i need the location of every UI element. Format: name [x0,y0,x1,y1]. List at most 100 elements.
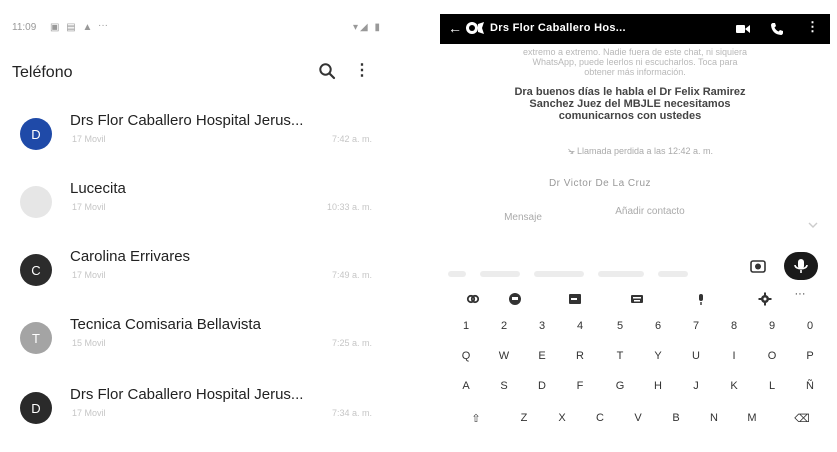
more-options-icon[interactable]: ⋮ [354,60,370,80]
key-1[interactable]: 1 [456,320,476,332]
sticker-icon[interactable] [508,292,522,306]
voice-record-button[interactable] [784,252,818,280]
contact-row[interactable]: Lucecita 17 Movil 10:33 a. m. [0,180,400,246]
contact-row[interactable]: D Drs Flor Caballero Hospital Jerus... 1… [0,112,400,178]
call-time: 7:49 a. m. [331,270,372,280]
contact-name: Lucecita [70,180,126,197]
key-t[interactable]: T [610,350,630,362]
sender-name: Dr Victor De La Cruz [548,178,652,189]
key-n-tilde[interactable]: Ñ [800,380,820,392]
key-h[interactable]: H [648,380,668,392]
chat-title[interactable]: Drs Flor Caballero Hos... [490,22,626,34]
contact-label: 17 Movil [72,408,106,418]
key-i[interactable]: I [724,350,744,362]
mic-small-icon[interactable] [694,292,708,306]
contact-name: Carolina Errivares [70,248,191,265]
status-bar: 11:09 ▣ ▤ ▲ ··· ▾◢ ▮ [12,20,382,38]
contact-label: 17 Movil [72,202,106,212]
missed-call-text: Llamada perdida a las 12:42 a. m. [576,146,714,156]
add-contact-button[interactable]: Añadir contacto [610,206,690,217]
suggestion-strip [448,264,738,277]
contact-label: 17 Movil [72,270,106,280]
key-q[interactable]: Q [456,350,476,362]
key-4[interactable]: 4 [570,320,590,332]
keyboard-row-qwerty: Q W E R T Y U I O P [440,350,830,366]
missed-call-icon: ↘̶ [566,146,577,156]
notification-icons: ▣ ▤ ▲ [50,22,95,33]
suggestion-placeholder [448,271,466,277]
avatar: D [20,392,52,424]
key-o[interactable]: O [762,350,782,362]
status-more-icon: ··· [98,20,108,31]
key-z[interactable]: Z [514,412,534,424]
gif-icon[interactable] [568,292,582,306]
key-d[interactable]: D [532,380,552,392]
key-9[interactable]: 9 [762,320,782,332]
key-k[interactable]: K [724,380,744,392]
key-p[interactable]: P [800,350,820,362]
call-time: 7:25 a. m. [331,338,372,348]
key-u[interactable]: U [686,350,706,362]
key-8[interactable]: 8 [724,320,744,332]
key-x[interactable]: X [552,412,572,424]
contact-name: Drs Flor Caballero Hospital Jerus... [70,112,304,129]
contact-row[interactable]: D Drs Flor Caballero Hospital Jerus... 1… [0,386,400,452]
key-l[interactable]: L [762,380,782,392]
search-icon[interactable] [318,62,336,80]
missed-call-notice: ↘̶ Llamada perdida a las 12:42 a. m. [520,146,760,157]
call-time: 7:34 a. m. [331,408,372,418]
chat-more-icon[interactable]: ⋮ [806,19,819,35]
keyboard-icon[interactable] [630,292,644,306]
screenshot-divider [400,0,430,436]
key-2[interactable]: 2 [494,320,514,332]
contact-row[interactable]: T Tecnica Comisaria Bellavista 15 Movil … [0,316,400,382]
call-time: 10:33 a. m. [326,202,372,212]
key-g[interactable]: G [610,380,630,392]
business-avatar-icon[interactable] [464,20,486,36]
backspace-key[interactable]: ⌫ [792,412,812,425]
encryption-notice-line: extremo a extremo. Nadie fuera de este c… [522,47,748,57]
key-w[interactable]: W [494,350,514,362]
avatar: D [20,118,52,150]
camera-icon[interactable] [750,258,766,274]
key-s[interactable]: S [494,380,514,392]
key-y[interactable]: Y [648,350,668,362]
link-icon[interactable] [466,292,480,306]
avatar: C [20,254,52,286]
key-b[interactable]: B [666,412,686,424]
key-m[interactable]: M [742,412,762,424]
suggestion-placeholder [534,271,584,277]
signal-battery-icons: ▾◢ ▮ [353,22,382,33]
key-j[interactable]: J [686,380,706,392]
contact-name: Tecnica Comisaria Bellavista [70,316,261,333]
key-3[interactable]: 3 [532,320,552,332]
encryption-notice-line: obtener más información. [584,67,686,77]
keyboard-toolbar: ··· [440,288,830,308]
message-button[interactable]: Mensaje [488,212,558,223]
key-n[interactable]: N [704,412,724,424]
chevron-down-icon[interactable] [808,222,818,228]
status-time: 11:09 [12,22,37,33]
key-5[interactable]: 5 [610,320,630,332]
key-v[interactable]: V [628,412,648,424]
key-e[interactable]: E [532,350,552,362]
keyboard-row-numbers: 1 2 3 4 5 6 7 8 9 0 [440,320,830,336]
contact-row[interactable]: C Carolina Errivares 17 Movil 7:49 a. m. [0,248,400,314]
key-f[interactable]: F [570,380,590,392]
contact-label: 17 Movil [72,134,106,144]
key-0[interactable]: 0 [800,320,820,332]
key-c[interactable]: C [590,412,610,424]
gear-icon[interactable] [758,292,772,306]
video-call-icon[interactable] [736,24,750,34]
toolbar-more-icon[interactable]: ··· [790,288,810,300]
key-a[interactable]: A [456,380,476,392]
encryption-notice-line: WhatsApp, puede leerlos ni escucharlos. … [532,57,738,67]
voice-call-icon[interactable] [770,22,784,36]
back-arrow-icon[interactable]: ← [448,20,462,36]
key-r[interactable]: R [570,350,590,362]
key-6[interactable]: 6 [648,320,668,332]
shift-key[interactable]: ⇧ [466,412,486,425]
suggestion-placeholder [480,271,520,277]
suggestion-placeholder [598,271,644,277]
key-7[interactable]: 7 [686,320,706,332]
